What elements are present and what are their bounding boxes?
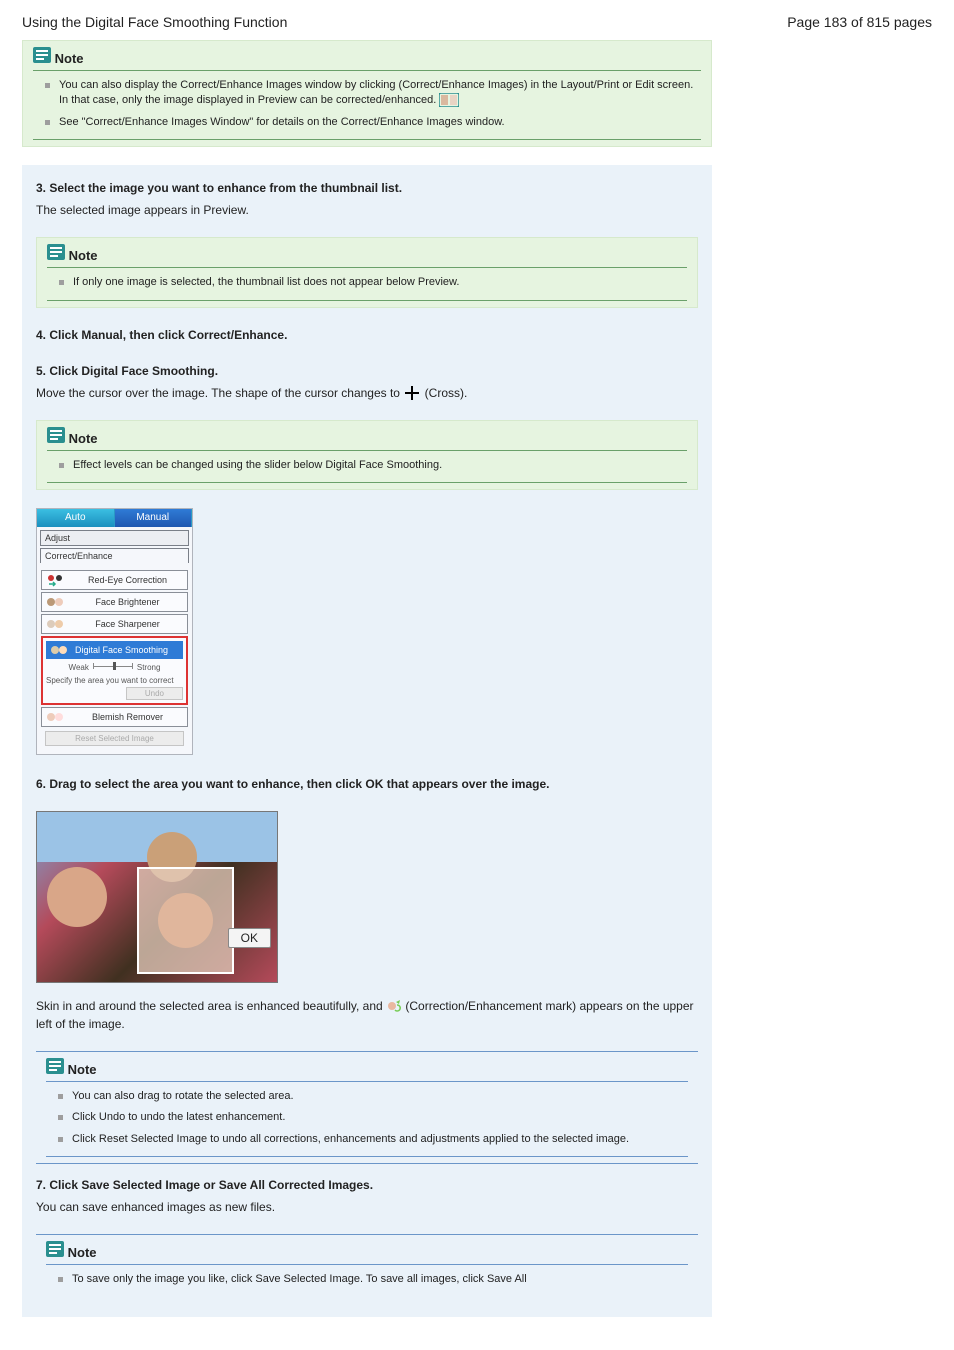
specify-area-text: Specify the area you want to correct [46, 676, 183, 685]
note-item: To save only the image you like, click S… [58, 1269, 688, 1290]
note-item: Click Reset Selected Image to undo all c… [58, 1129, 688, 1150]
note-heading: Note [55, 51, 84, 66]
note-item: If only one image is selected, the thumb… [59, 272, 687, 293]
step-3-body: The selected image appears in Preview. [36, 201, 698, 219]
redeye-icon [45, 573, 65, 587]
note-icon [47, 244, 65, 260]
step-3-head: 3. Select the image you want to enhance … [36, 179, 698, 197]
ok-button[interactable]: OK [228, 928, 271, 948]
content-area: 3. Select the image you want to enhance … [22, 165, 712, 1316]
note-item: See "Correct/Enhance Images Window" for … [45, 112, 701, 133]
slider-weak-label: Weak [69, 663, 89, 672]
step-6-result: Skin in and around the selected area is … [36, 997, 698, 1033]
step-4: 4. Click Manual, then click Correct/Enha… [36, 326, 698, 344]
tool-label: Face Sharpener [71, 619, 184, 629]
step-3: 3. Select the image you want to enhance … [36, 179, 698, 219]
note-item: Click Undo to undo the latest enhancemen… [58, 1107, 688, 1128]
note-step3: Note If only one image is selected, the … [36, 237, 698, 307]
tool-redeye[interactable]: Red-Eye Correction [41, 570, 188, 590]
blemish-icon [45, 710, 65, 724]
undo-button[interactable]: Undo [126, 687, 183, 700]
slider-track[interactable] [93, 663, 133, 671]
step-5-head: 5. Click Digital Face Smoothing. [36, 362, 698, 380]
note-item: Effect levels can be changed using the s… [59, 455, 687, 476]
page-title: Using the Digital Face Smoothing Functio… [22, 14, 287, 30]
step-7-head: 7. Click Save Selected Image or Save All… [36, 1176, 698, 1194]
note-item: You can also display the Correct/Enhance… [45, 75, 701, 112]
preview-image[interactable]: OK [36, 811, 278, 983]
step-6: 6. Drag to select the area you want to e… [36, 775, 698, 793]
note-last: Note To save only the image you like, cl… [36, 1234, 698, 1290]
note-icon [46, 1241, 64, 1257]
tool-digital-face-smoothing[interactable]: Digital Face Smoothing Weak Strong [41, 636, 188, 705]
tool-blemish[interactable]: Blemish Remover [41, 707, 188, 727]
note-divider [47, 300, 687, 301]
page-header: Using the Digital Face Smoothing Functio… [22, 14, 932, 30]
tool-sharpener[interactable]: Face Sharpener [41, 614, 188, 634]
step-6-head: 6. Drag to select the area you want to e… [36, 775, 698, 793]
tool-label: Blemish Remover [71, 712, 184, 722]
note-list: You can also display the Correct/Enhance… [33, 71, 701, 133]
selection-rectangle[interactable] [137, 867, 234, 974]
correct-enhance-icon [439, 93, 459, 107]
note-divider [47, 482, 687, 483]
tool-label: Red-Eye Correction [71, 575, 184, 585]
tab-auto[interactable]: Auto [37, 509, 115, 527]
sharpener-icon [45, 617, 65, 631]
note-heading: Note [68, 1062, 97, 1077]
step-4-head: 4. Click Manual, then click Correct/Enha… [36, 326, 698, 344]
step-7-body: You can save enhanced images as new file… [36, 1198, 698, 1216]
tool-label: Digital Face Smoothing [75, 645, 168, 655]
tool-label: Face Brightener [71, 597, 184, 607]
note-green: Note You can also display the Correct/En… [22, 40, 712, 147]
subtab-adjust[interactable]: Adjust [40, 530, 189, 546]
slider-strong-label: Strong [137, 663, 161, 672]
page-indicator: Page 183 of 815 pages [787, 14, 932, 30]
note-heading: Note [68, 1245, 97, 1260]
tool-brightener[interactable]: Face Brightener [41, 592, 188, 612]
cross-cursor-icon [405, 386, 419, 400]
dfs-icon [49, 643, 69, 657]
note-heading: Note [69, 431, 98, 446]
brightener-icon [45, 595, 65, 609]
step-5: 5. Click Digital Face Smoothing. Move th… [36, 362, 698, 402]
note-blue: Note You can also drag to rotate the sel… [36, 1051, 698, 1164]
note-divider [46, 1156, 688, 1157]
reset-selected-image-button[interactable]: Reset Selected Image [45, 731, 184, 746]
dfs-slider[interactable]: Weak Strong [46, 661, 183, 674]
tab-manual[interactable]: Manual [115, 509, 193, 527]
note-icon [33, 47, 51, 63]
note-item: You can also drag to rotate the selected… [58, 1086, 688, 1107]
note-step5: Note Effect levels can be changed using … [36, 420, 698, 490]
note-divider [33, 139, 701, 140]
note-icon [46, 1058, 64, 1074]
note-icon [47, 427, 65, 443]
step-5-body: Move the cursor over the image. The shap… [36, 384, 698, 402]
note-heading: Note [69, 248, 98, 263]
correction-mark-icon [386, 999, 402, 1015]
step-7: 7. Click Save Selected Image or Save All… [36, 1176, 698, 1216]
subtab-correct-enhance[interactable]: Correct/Enhance [40, 548, 189, 563]
correct-enhance-panel: Auto Manual Adjust Correct/Enhance Red-E… [36, 508, 193, 755]
